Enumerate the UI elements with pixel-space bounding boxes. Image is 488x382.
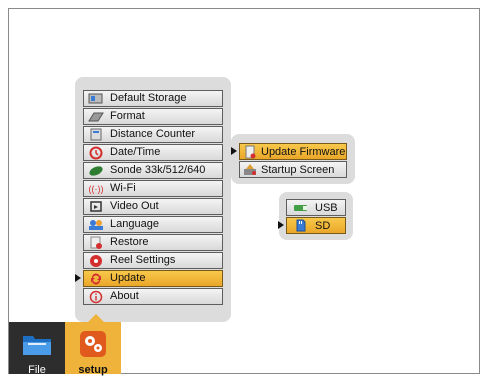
menu-item-label: Wi-Fi bbox=[110, 182, 136, 194]
sonde-icon bbox=[88, 164, 104, 178]
submenu-item-label: USB bbox=[315, 201, 338, 214]
clock-icon bbox=[88, 146, 104, 160]
startup-screen-icon bbox=[242, 163, 258, 177]
selection-pointer-icon bbox=[231, 147, 237, 155]
menu-item-label: Language bbox=[110, 218, 159, 230]
selection-pointer-icon bbox=[278, 221, 284, 229]
format-icon bbox=[88, 110, 104, 124]
menu-item-label: Format bbox=[110, 110, 145, 122]
update-submenu-panel: Update Firmware Startup Screen bbox=[231, 134, 355, 184]
submenu-item-label: SD bbox=[315, 219, 331, 232]
firmware-icon bbox=[242, 145, 258, 159]
submenu-item-usb[interactable]: USB bbox=[286, 199, 346, 216]
restore-icon bbox=[88, 236, 104, 250]
menu-item-label: Default Storage bbox=[110, 92, 187, 104]
menu-item-wifi[interactable]: ((·)) Wi-Fi bbox=[83, 180, 223, 197]
menu-item-reel-settings[interactable]: Reel Settings bbox=[83, 252, 223, 269]
usb-icon bbox=[293, 201, 309, 215]
bottom-tab-bar: File setup bbox=[9, 322, 479, 376]
language-icon bbox=[88, 218, 104, 232]
menu-item-label: Video Out bbox=[110, 200, 159, 212]
menu-item-distance-counter[interactable]: Distance Counter bbox=[83, 126, 223, 143]
tab-setup[interactable]: setup bbox=[65, 322, 121, 376]
menu-item-sonde[interactable]: Sonde 33k/512/640 bbox=[83, 162, 223, 179]
tab-file-label: File bbox=[28, 364, 46, 376]
menu-item-update[interactable]: Update bbox=[75, 270, 223, 287]
selection-pointer-icon bbox=[75, 274, 81, 282]
menu-item-label: Restore bbox=[110, 236, 149, 248]
tab-file[interactable]: File bbox=[9, 322, 65, 376]
wifi-icon: ((·)) bbox=[88, 183, 104, 194]
setup-menu-panel: Default Storage Format Distance Counter … bbox=[75, 77, 231, 322]
menu-item-language[interactable]: Language bbox=[83, 216, 223, 233]
menu-item-label: Distance Counter bbox=[110, 128, 195, 140]
storage-icon bbox=[88, 92, 104, 106]
source-submenu-panel: USB SD bbox=[278, 192, 353, 240]
menu-item-label: Sonde 33k/512/640 bbox=[110, 164, 206, 176]
calculator-icon bbox=[88, 128, 104, 142]
submenu-item-label: Startup Screen bbox=[261, 163, 335, 176]
video-out-icon bbox=[88, 200, 104, 214]
menu-item-label: About bbox=[110, 290, 139, 302]
menu-item-about[interactable]: About bbox=[83, 288, 223, 305]
menu-item-label: Update bbox=[110, 272, 146, 284]
menu-item-default-storage[interactable]: Default Storage bbox=[83, 90, 223, 107]
submenu-item-label: Update Firmware bbox=[261, 145, 346, 158]
menu-item-label: Reel Settings bbox=[110, 254, 176, 266]
menu-item-format[interactable]: Format bbox=[83, 108, 223, 125]
submenu-item-update-firmware[interactable]: Update Firmware bbox=[231, 143, 347, 160]
active-tab-arrow-icon bbox=[88, 314, 104, 322]
menu-item-video-out[interactable]: Video Out bbox=[83, 198, 223, 215]
update-icon bbox=[88, 272, 104, 286]
menu-item-label: Date/Time bbox=[110, 146, 161, 158]
reel-icon bbox=[88, 254, 104, 268]
gear-icon bbox=[79, 330, 107, 361]
tab-setup-label: setup bbox=[78, 364, 108, 376]
info-icon bbox=[88, 290, 104, 304]
submenu-item-sd[interactable]: SD bbox=[278, 217, 346, 234]
menu-item-date-time[interactable]: Date/Time bbox=[83, 144, 223, 161]
sd-card-icon bbox=[293, 219, 309, 233]
submenu-item-startup-screen[interactable]: Startup Screen bbox=[239, 161, 347, 178]
folder-icon bbox=[22, 332, 52, 359]
menu-item-restore[interactable]: Restore bbox=[83, 234, 223, 251]
